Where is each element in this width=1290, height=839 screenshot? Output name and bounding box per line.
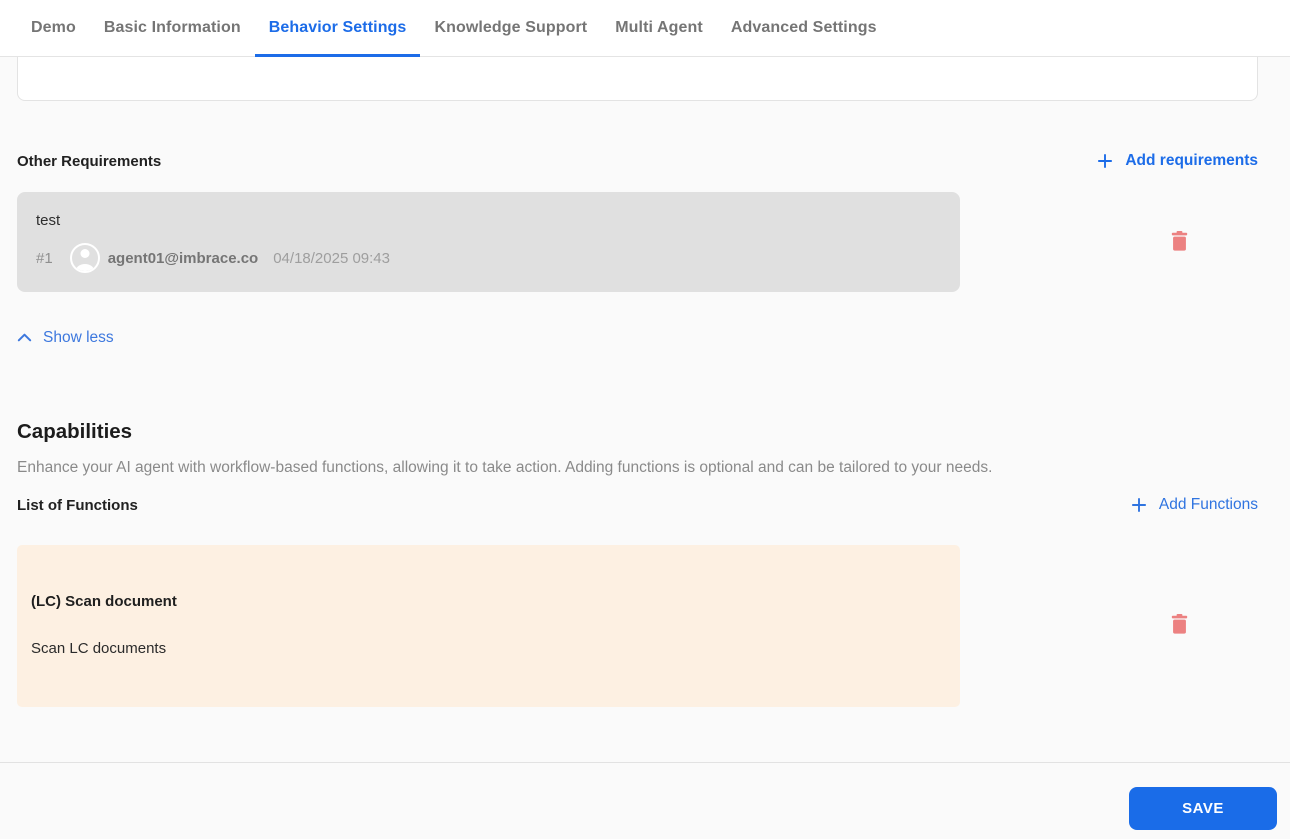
add-requirements-label: Add requirements — [1125, 152, 1258, 169]
capabilities-description: Enhance your AI agent with workflow-base… — [17, 459, 993, 476]
delete-function-button[interactable] — [1159, 605, 1199, 645]
other-requirements-title: Other Requirements — [17, 152, 162, 170]
functions-header: List of Functions Add Functions — [17, 495, 1258, 515]
tab-label: Basic Information — [103, 19, 241, 36]
function-card: (LC) Scan document Scan LC documents — [17, 545, 960, 707]
chevron-up-icon — [17, 329, 32, 347]
tab-label: Demo — [31, 19, 76, 36]
other-requirements-header: Other Requirements Add requirements — [17, 151, 1258, 171]
trash-icon — [1168, 229, 1191, 256]
requirement-author: agent01@imbrace.co — [107, 249, 259, 267]
tab-demo[interactable]: Demo — [17, 0, 90, 56]
show-less-label: Show less — [43, 329, 114, 346]
function-description: Scan LC documents — [31, 640, 167, 657]
capabilities-title: Capabilities — [17, 420, 133, 443]
requirement-index: #1 — [36, 249, 53, 267]
settings-tab-bar: Demo Basic Information Behavior Settings… — [0, 0, 1290, 57]
add-functions-label: Add Functions — [1158, 496, 1258, 513]
tab-basic-information[interactable]: Basic Information — [90, 0, 255, 56]
list-of-functions-title: List of Functions — [17, 496, 138, 514]
requirements-textarea[interactable] — [17, 57, 1258, 101]
trash-icon — [1168, 612, 1191, 639]
footer-bar: SAVE — [0, 762, 1290, 839]
show-less-button[interactable]: Show less — [17, 329, 114, 347]
delete-requirement-button[interactable] — [1159, 222, 1199, 262]
add-functions-button[interactable]: Add Functions — [1129, 495, 1258, 515]
tab-label: Multi Agent — [615, 19, 703, 36]
requirement-card: test #1 agent01@imbrace.co 04/18/2025 09… — [17, 192, 960, 292]
tab-multi-agent[interactable]: Multi Agent — [601, 0, 717, 56]
person-avatar-icon — [69, 243, 100, 273]
tab-behavior-settings[interactable]: Behavior Settings — [254, 0, 421, 57]
add-requirements-button[interactable]: Add requirements — [1095, 151, 1258, 171]
requirement-meta: #1 agent01@imbrace.co 04/18/2025 09:43 — [36, 243, 941, 273]
requirement-timestamp: 04/18/2025 09:43 — [273, 249, 390, 267]
plus-icon — [1095, 151, 1115, 171]
tab-label: Advanced Settings — [730, 19, 877, 36]
tab-label: Knowledge Support — [434, 19, 588, 36]
tab-advanced-settings[interactable]: Advanced Settings — [717, 0, 891, 56]
requirement-text: test — [36, 212, 61, 229]
tab-label: Behavior Settings — [268, 19, 407, 36]
function-name: (LC) Scan document — [31, 593, 177, 610]
tab-knowledge-support[interactable]: Knowledge Support — [420, 0, 601, 56]
save-button[interactable]: SAVE — [1129, 787, 1277, 830]
plus-icon — [1129, 495, 1149, 515]
